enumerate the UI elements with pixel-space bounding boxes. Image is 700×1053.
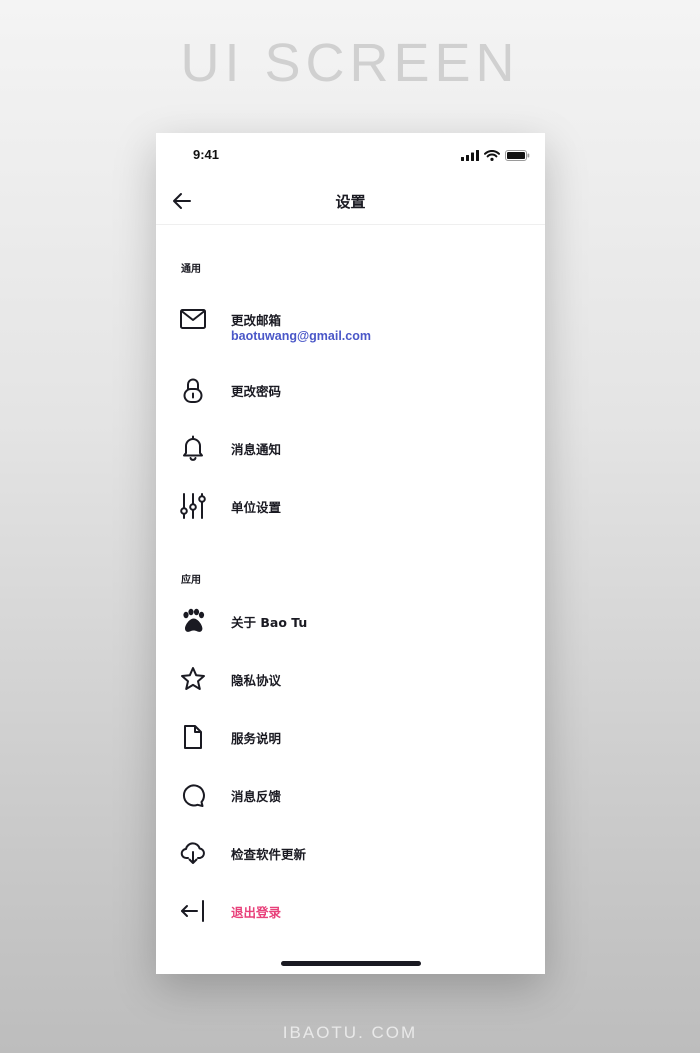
- about-item[interactable]: 关于 Bao Tu: [156, 599, 545, 643]
- nav-title: 设置: [335, 193, 366, 211]
- cellular-signal-icon: [461, 150, 479, 161]
- battery-icon: [505, 150, 530, 161]
- update-item[interactable]: 检查软件更新: [156, 831, 545, 875]
- email-value: baotuwang@gmail.com: [231, 329, 371, 343]
- navigation-bar: 设置: [156, 177, 545, 225]
- mail-icon: [180, 309, 206, 329]
- section-header-app: 应用: [181, 575, 201, 586]
- star-icon: [181, 667, 205, 690]
- status-time: 9:41: [193, 147, 220, 162]
- change-password-label: 更改密码: [231, 384, 282, 399]
- wifi-icon: [484, 150, 500, 161]
- file-icon: [184, 725, 202, 749]
- privacy-label: 隐私协议: [231, 673, 282, 688]
- logout-item[interactable]: 退出登录: [156, 889, 545, 933]
- units-item[interactable]: 单位设置: [156, 484, 545, 528]
- units-label: 单位设置: [231, 500, 282, 515]
- update-label: 检查软件更新: [231, 847, 307, 862]
- footer-watermark: IBAOTU. COM: [282, 1023, 418, 1042]
- home-indicator[interactable]: [281, 961, 421, 966]
- status-bar: 9:41: [156, 133, 545, 177]
- logout-icon: [181, 900, 204, 922]
- logout-label: 退出登录: [231, 905, 282, 920]
- status-icons: [461, 150, 530, 161]
- change-password-item[interactable]: 更改密码: [156, 368, 545, 412]
- feedback-label: 消息反馈: [231, 789, 282, 804]
- feedback-item[interactable]: 消息反馈: [156, 773, 545, 817]
- lock-icon: [183, 378, 203, 403]
- notifications-label: 消息通知: [231, 442, 282, 457]
- paw-icon: [183, 608, 205, 632]
- about-label: 关于 Bao Tu: [231, 615, 308, 630]
- notifications-item[interactable]: 消息通知: [156, 426, 545, 470]
- terms-item[interactable]: 服务说明: [156, 715, 545, 759]
- change-email-label: 更改邮箱: [231, 313, 282, 328]
- cloud-download-icon: [180, 842, 205, 864]
- page-title: UI SCREEN: [180, 33, 520, 93]
- terms-label: 服务说明: [231, 731, 282, 746]
- privacy-item[interactable]: 隐私协议: [156, 657, 545, 701]
- chat-bubble-icon: [182, 784, 205, 807]
- bell-icon: [183, 435, 203, 461]
- phone-screen: 9:41 设置 通用 更改邮箱 baotuwang@gmail.com 更改密码…: [156, 133, 545, 974]
- section-header-general: 通用: [181, 264, 201, 275]
- sliders-icon: [180, 493, 206, 519]
